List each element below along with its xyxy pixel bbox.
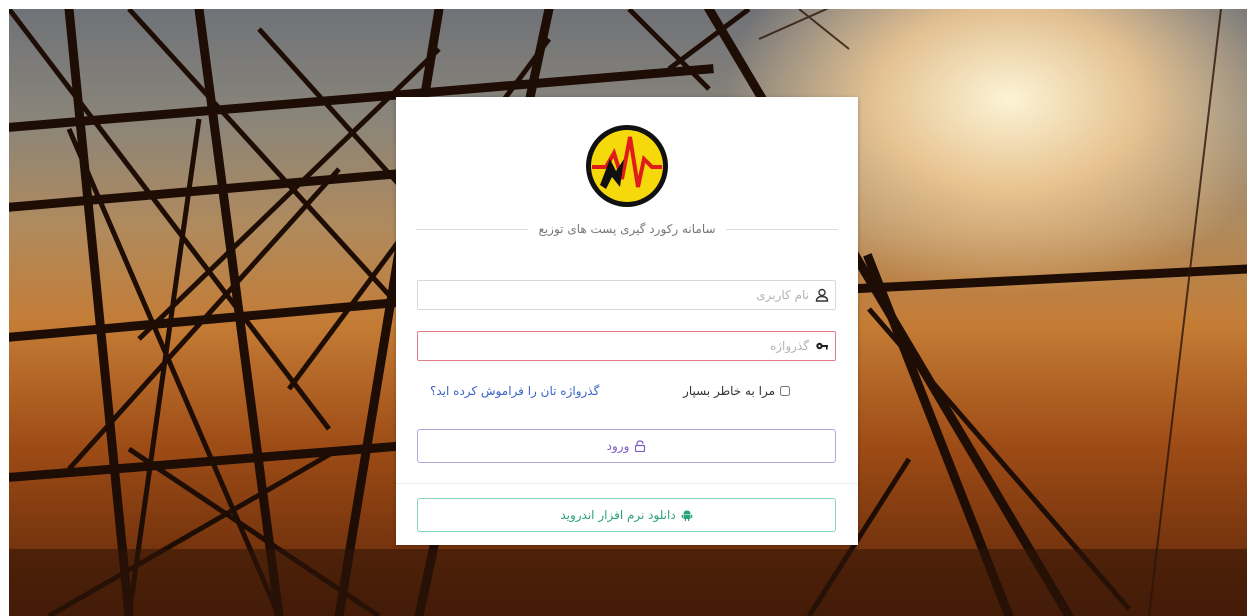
username-input[interactable] — [418, 282, 809, 308]
divider-line-left — [415, 228, 529, 230]
user-icon — [815, 288, 829, 302]
power-company-logo — [584, 123, 670, 209]
download-android-label: دانلود نرم افزار اندروید — [560, 508, 676, 522]
android-icon — [681, 509, 693, 521]
remember-me-checkbox[interactable] — [780, 386, 790, 396]
divider-line-right — [725, 228, 838, 230]
password-input[interactable] — [418, 333, 809, 359]
password-field[interactable] — [417, 331, 836, 361]
key-icon — [815, 339, 829, 353]
remember-me[interactable]: مرا به خاطر بسپار — [683, 384, 790, 398]
lock-icon — [634, 440, 646, 452]
username-field[interactable] — [417, 280, 836, 310]
login-button[interactable]: ورود — [417, 429, 836, 463]
forgot-password-link[interactable]: گذرواژه تان را فراموش کرده اید؟ — [430, 384, 599, 398]
login-button-label: ورود — [606, 439, 630, 453]
download-android-button[interactable]: دانلود نرم افزار اندروید — [417, 498, 836, 532]
system-title: سامانه رکورد گیری پست های توزیع — [538, 222, 716, 236]
login-card: سامانه رکورد گیری پست های توزیع مرا به خ… — [396, 97, 858, 545]
system-title-row: سامانه رکورد گیری پست های توزیع — [415, 219, 838, 239]
remember-me-label: مرا به خاطر بسپار — [683, 384, 775, 398]
card-separator — [396, 483, 858, 484]
